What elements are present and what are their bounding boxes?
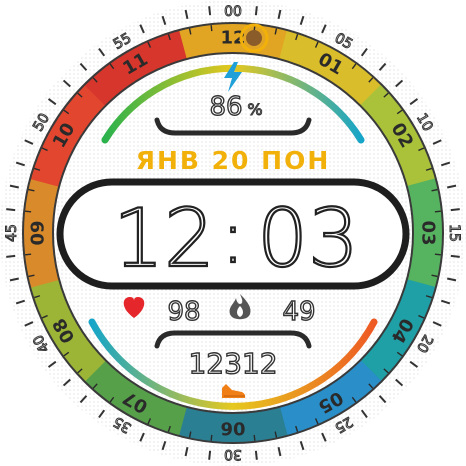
bezel-tick <box>6 208 16 212</box>
bezel-tick <box>254 6 258 16</box>
hour-ring-tick <box>253 434 256 441</box>
bezel-tick <box>450 208 460 212</box>
seconds-marker-dot <box>246 30 262 46</box>
steps-value: 12312 <box>188 347 277 380</box>
hour-ring-tick <box>210 434 213 441</box>
calories-value: 49 <box>282 297 315 327</box>
hour-ring-label: 06 <box>220 418 245 439</box>
hour-ring-tick <box>434 253 441 256</box>
bezel-tick <box>450 254 460 258</box>
battery-value: 86 <box>209 92 242 122</box>
battery-unit: % <box>247 100 262 119</box>
watch-face: 000510152025303540455055 120102030405060… <box>0 0 466 466</box>
time-hours: 12 <box>113 192 215 285</box>
hour-ring-label: 03 <box>418 220 439 245</box>
time-separator: : <box>221 195 245 279</box>
bezel-minute-label: 00 <box>224 4 242 20</box>
hour-ring-tick <box>210 25 213 32</box>
hour-ring-tick <box>434 210 441 213</box>
time-minutes: 03 <box>257 192 359 285</box>
time-display: 12 : 03 <box>56 178 410 290</box>
bezel-tick <box>254 450 258 460</box>
bezel-minute-label: 30 <box>224 446 242 462</box>
heart-rate-value: 98 <box>167 297 200 327</box>
bezel-tick <box>208 6 212 16</box>
bezel-minute-label: 45 <box>4 224 20 242</box>
bezel-tick <box>208 450 212 460</box>
date-label: ЯНВ 20 ПОН <box>136 146 331 175</box>
hour-ring-tick <box>25 210 32 213</box>
hour-ring-label: 09 <box>28 220 49 245</box>
bezel-tick <box>6 254 16 258</box>
hour-ring-tick <box>25 253 32 256</box>
bezel-minute-label: 15 <box>446 224 462 242</box>
